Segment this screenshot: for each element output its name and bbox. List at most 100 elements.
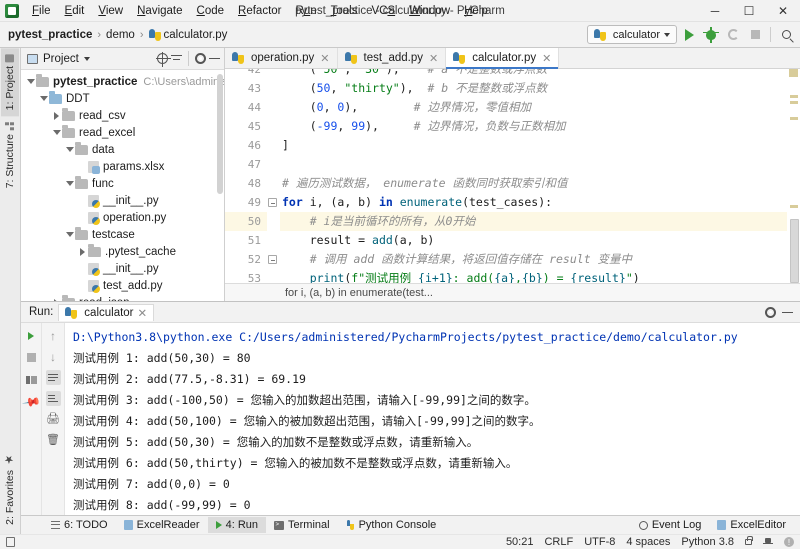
close-button[interactable]: ✕ — [766, 0, 800, 22]
code-line[interactable]: (-99, 99), # 边界情况，负数与正数相加 — [280, 117, 787, 136]
close-icon[interactable]: ✕ — [138, 306, 148, 320]
bottom-tab-excelreader[interactable]: ExcelReader — [116, 517, 208, 533]
chevron-down-icon[interactable] — [83, 56, 90, 61]
close-icon[interactable]: ✕ — [320, 52, 329, 65]
scroll-to-end-button[interactable] — [45, 391, 61, 406]
menu-item-window[interactable]: Window — [402, 1, 457, 21]
tree-node[interactable]: operation.py — [21, 209, 224, 226]
run-button[interactable] — [679, 25, 699, 45]
bottom-tab-run[interactable]: 4: Run — [207, 517, 267, 533]
code-line[interactable] — [280, 155, 787, 174]
rerun-button[interactable] — [723, 25, 743, 45]
tree-node[interactable]: read_csv — [21, 107, 224, 124]
tree-node[interactable]: read_json — [21, 294, 224, 301]
code-line[interactable]: # 调用 add 函数计算结果，将返回值存储在 result 变量中 — [280, 250, 787, 269]
scroll-up-button[interactable]: ↑ — [46, 328, 61, 343]
code-folding-column[interactable] — [267, 69, 280, 283]
tree-node[interactable]: __init__.py — [21, 260, 224, 277]
bottom-tab-todo[interactable]: 6: TODO — [43, 517, 116, 533]
rerun-button[interactable] — [24, 328, 39, 343]
menu-item-help[interactable]: Help — [457, 1, 495, 21]
chevron-down-icon[interactable] — [64, 181, 75, 186]
stop-button[interactable] — [24, 350, 39, 365]
soft-wrap-button[interactable] — [45, 370, 61, 385]
menu-item-file[interactable]: File — [25, 1, 58, 21]
code-line[interactable]: for i, (a, b) in enumerate(test_cases): — [280, 193, 787, 212]
breadcrumb-folder[interactable]: demo — [106, 29, 135, 41]
editor-tab-operation-py[interactable]: operation.py ✕ — [225, 48, 338, 68]
menu-item-edit[interactable]: Edit — [58, 1, 92, 21]
fold-marker-icon[interactable] — [268, 198, 277, 207]
chevron-down-icon[interactable] — [25, 79, 36, 84]
code-line[interactable]: (50, "thirty"), # b 不是整数或浮点数 — [280, 79, 787, 98]
python-interpreter[interactable]: Python 3.8 — [681, 536, 734, 548]
menu-item-vcs[interactable]: VCS — [364, 1, 402, 21]
clear-all-button[interactable]: 🗑 — [46, 433, 61, 448]
tree-node[interactable]: func — [21, 175, 224, 192]
print-button[interactable]: 🖨 — [46, 412, 61, 427]
project-tree[interactable]: pytest_practice C:\Users\administer DDT rea… — [21, 70, 224, 301]
fold-marker-icon[interactable] — [268, 255, 277, 264]
close-icon[interactable]: ✕ — [542, 52, 551, 65]
chevron-right-icon[interactable] — [51, 298, 62, 301]
bottom-tab-excel-editor[interactable]: ExcelEditor — [709, 517, 794, 533]
menu-item-refactor[interactable]: Refactor — [231, 1, 288, 21]
run-tab-calculator[interactable]: calculator ✕ — [58, 303, 155, 321]
search-everywhere-button[interactable] — [776, 25, 796, 45]
tree-node[interactable]: test_add.py — [21, 277, 224, 294]
tree-node[interactable]: params.xlsx — [21, 158, 224, 175]
code-line[interactable]: print(f"测试用例 {i+1}: add({a},{b}) = {resu… — [280, 269, 787, 283]
file-encoding[interactable]: UTF-8 — [584, 536, 615, 548]
tree-node[interactable]: read_excel — [21, 124, 224, 141]
code-line[interactable]: ("50", "30"), # a 不是整数或浮点数 — [280, 69, 787, 79]
close-icon[interactable]: ✕ — [429, 52, 438, 65]
breadcrumb-file[interactable]: calculator.py — [164, 29, 228, 41]
tree-node[interactable]: pytest_practice C:\Users\administer — [21, 73, 224, 90]
tree-node[interactable]: DDT — [21, 90, 224, 107]
editor-scrollbar[interactable] — [790, 219, 799, 283]
maximize-button[interactable]: ☐ — [732, 0, 766, 22]
menu-item-tools[interactable]: Tools — [324, 1, 365, 21]
inspector-icon[interactable] — [763, 537, 773, 547]
debug-button[interactable] — [701, 25, 721, 45]
menu-item-navigate[interactable]: Navigate — [130, 1, 189, 21]
bottom-tab-event-log[interactable]: Event Log — [631, 517, 710, 533]
code-content[interactable]: ("50", "30"), # a 不是整数或浮点数 (50, "thirty"… — [280, 69, 787, 283]
code-line[interactable]: (0, 0), # 边界情况，零值相加 — [280, 98, 787, 117]
line-separator[interactable]: CRLF — [544, 536, 573, 548]
hide-icon[interactable] — [209, 53, 220, 64]
editor-tab-calculator-py[interactable]: calculator.py ✕ — [446, 48, 560, 69]
chevron-down-icon[interactable] — [38, 96, 49, 101]
chevron-down-icon[interactable] — [64, 147, 75, 152]
bottom-tab-terminal[interactable]: Terminal — [266, 517, 338, 533]
gear-icon[interactable] — [195, 53, 206, 64]
gear-icon[interactable] — [765, 306, 776, 318]
caret-position[interactable]: 50:21 — [506, 536, 534, 548]
stop-button[interactable] — [745, 25, 765, 45]
layout-button[interactable] — [24, 372, 39, 387]
tree-node[interactable]: .pytest_cache — [21, 243, 224, 260]
breadcrumb-project[interactable]: pytest_practice — [8, 29, 92, 41]
bottom-tab-python-console[interactable]: Python Console — [338, 517, 445, 533]
sidebar-tab-favorites[interactable]: 2: Favorites ★ — [1, 447, 19, 531]
editor-marker-bar[interactable] — [787, 69, 800, 283]
menu-item-code[interactable]: Code — [190, 1, 232, 21]
tree-node[interactable]: __init__.py — [21, 192, 224, 209]
chevron-down-icon[interactable] — [64, 232, 75, 237]
hide-icon[interactable] — [782, 307, 793, 318]
tree-node[interactable]: testcase — [21, 226, 224, 243]
notification-icon[interactable]: ! — [784, 537, 794, 547]
editor-breadcrumb[interactable]: for i, (a, b) in enumerate(test... — [225, 283, 800, 301]
minimize-button[interactable]: ─ — [698, 0, 732, 22]
scroll-down-button[interactable]: ↓ — [46, 349, 61, 364]
menu-item-run[interactable]: Run — [289, 1, 324, 21]
run-configuration-selector[interactable]: calculator — [586, 25, 677, 44]
chevron-down-icon[interactable] — [51, 130, 62, 135]
collapse-all-icon[interactable] — [171, 53, 182, 64]
scroll-from-source-icon[interactable] — [155, 51, 171, 67]
editor-tab-test_add-py[interactable]: test_add.py ✕ — [338, 48, 447, 68]
sidebar-tab-project[interactable]: 1: Project — [1, 48, 19, 117]
lock-icon[interactable] — [745, 536, 753, 545]
chevron-right-icon[interactable] — [77, 247, 88, 256]
code-line[interactable]: # 遍历测试数据， enumerate 函数同时获取索引和值 — [280, 174, 787, 193]
